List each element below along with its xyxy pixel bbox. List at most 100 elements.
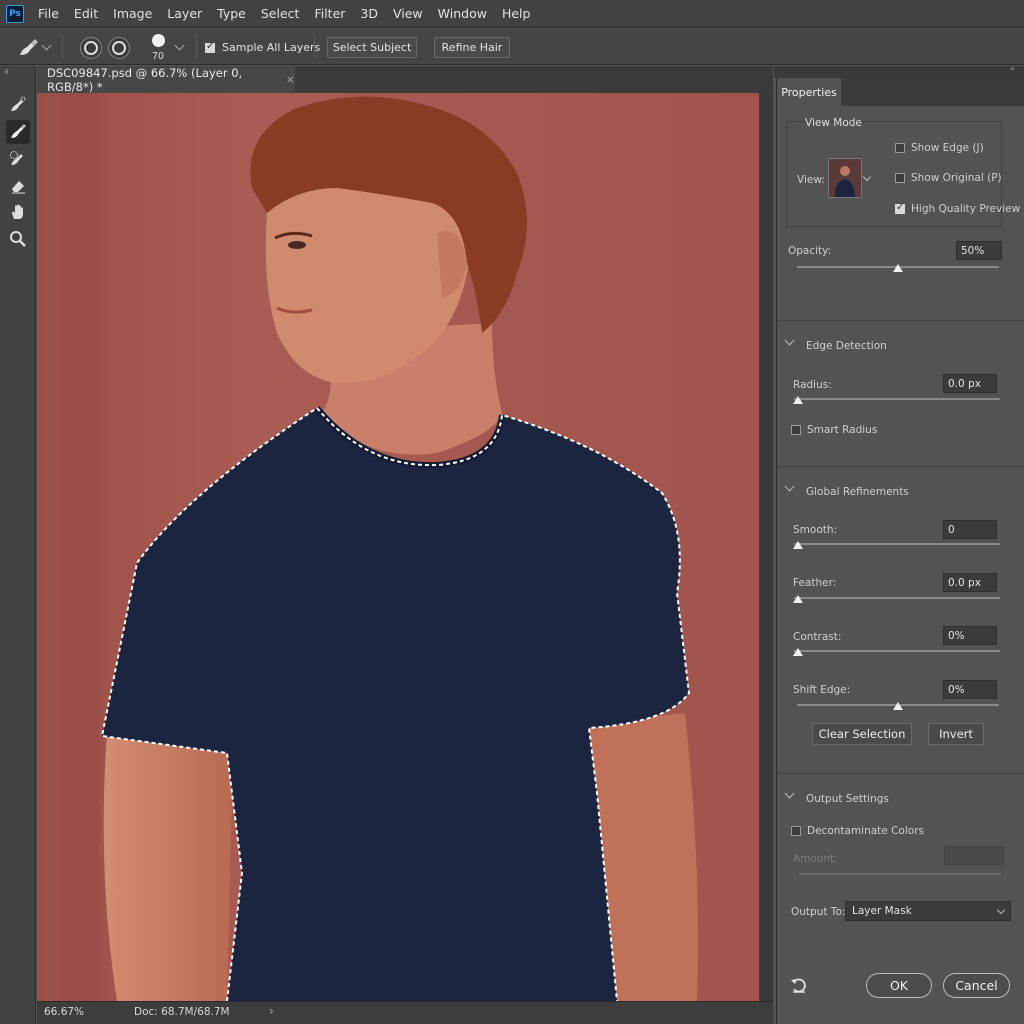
panel-dock-strip: »: [774, 64, 1024, 78]
menu-3d[interactable]: 3D: [360, 6, 378, 21]
radius-field[interactable]: 0.0 px: [943, 374, 997, 393]
select-subject-button[interactable]: Select Subject: [327, 37, 417, 58]
radius-slider-thumb[interactable]: [793, 396, 803, 404]
menu-select[interactable]: Select: [261, 6, 300, 21]
chevron-down-icon[interactable]: [784, 788, 795, 799]
divider: [62, 35, 63, 59]
invert-button[interactable]: Invert: [928, 723, 984, 745]
smooth-label: Smooth:: [793, 524, 838, 536]
output-settings-title[interactable]: Output Settings: [806, 793, 889, 805]
feather-slider[interactable]: [794, 597, 1000, 599]
show-edge-checkbox[interactable]: [895, 143, 905, 153]
properties-panel: Properties View Mode View: Show Edge (J)…: [776, 78, 1024, 1024]
show-original-option[interactable]: Show Original (P): [895, 172, 1002, 184]
menu-window[interactable]: Window: [438, 6, 487, 21]
contrast-slider[interactable]: [794, 650, 1000, 652]
smart-radius-option[interactable]: Smart Radius: [791, 424, 877, 436]
high-quality-preview-option[interactable]: High Quality Preview: [895, 202, 1021, 215]
tool-preset-picker[interactable]: [16, 37, 40, 59]
menu-filter[interactable]: Filter: [314, 6, 345, 21]
options-bar: 70 Sample All Layers Select Subject Refi…: [0, 29, 1024, 65]
sample-all-layers-option[interactable]: Sample All Layers: [205, 41, 320, 54]
document-canvas[interactable]: [37, 93, 759, 1001]
contrast-slider-thumb[interactable]: [793, 648, 803, 656]
canvas-area: [37, 93, 773, 1001]
divider: [777, 320, 1024, 321]
shift-edge-label: Shift Edge:: [793, 684, 851, 696]
add-to-selection-icon[interactable]: [80, 37, 102, 59]
chevron-down-icon[interactable]: [784, 481, 795, 492]
radius-slider[interactable]: [794, 398, 1000, 400]
smooth-slider[interactable]: [794, 543, 1000, 545]
opacity-field[interactable]: 50%: [956, 241, 1002, 260]
menu-view[interactable]: View: [393, 6, 423, 21]
chevron-down-icon[interactable]: [41, 40, 52, 51]
subtract-from-selection-icon[interactable]: [108, 37, 130, 59]
refine-edge-brush-tool-icon[interactable]: [6, 120, 30, 144]
collapse-icon[interactable]: »: [4, 66, 9, 75]
menu-help[interactable]: Help: [502, 6, 531, 21]
menu-file[interactable]: File: [38, 6, 59, 21]
menu-bar: Ps File Edit Image Layer Type Select Fil…: [0, 0, 1024, 28]
decontaminate-colors-checkbox[interactable]: [791, 826, 801, 836]
photo-man-in-navy-tshirt: [37, 93, 759, 1001]
smooth-field[interactable]: 0: [943, 520, 997, 539]
feather-label: Feather:: [793, 577, 837, 589]
reset-icon[interactable]: [790, 976, 808, 994]
view-mode-thumbnail[interactable]: [828, 158, 862, 198]
amount-slider-disabled: [799, 873, 1001, 875]
quick-selection-tool-icon[interactable]: [6, 93, 30, 117]
tab-properties[interactable]: Properties: [777, 78, 841, 106]
zoom-tool-icon[interactable]: [6, 227, 30, 251]
brush-tool-icon[interactable]: [6, 147, 30, 171]
vertical-scrollbar[interactable]: [759, 93, 773, 1001]
opacity-slider-thumb[interactable]: [893, 264, 903, 272]
collapse-panel-icon[interactable]: »: [1010, 64, 1015, 73]
cancel-button[interactable]: Cancel: [943, 973, 1010, 998]
brush-size-value: 70: [152, 51, 165, 62]
feather-field[interactable]: 0.0 px: [943, 573, 997, 592]
close-icon[interactable]: ×: [286, 73, 295, 86]
person-thumbnail-icon: [829, 159, 861, 197]
high-quality-preview-checkbox[interactable]: [895, 202, 905, 214]
ok-button[interactable]: OK: [866, 973, 932, 998]
contrast-field[interactable]: 0%: [943, 626, 997, 645]
zoom-level[interactable]: 66.67%: [44, 1006, 84, 1018]
chevron-down-icon[interactable]: [174, 40, 185, 51]
refine-hair-button[interactable]: Refine Hair: [434, 37, 510, 58]
sample-all-layers-checkbox[interactable]: [205, 41, 215, 53]
menu-edit[interactable]: Edit: [74, 6, 98, 21]
document-tab[interactable]: DSC09847.psd @ 66.7% (Layer 0, RGB/8*) *…: [37, 66, 295, 94]
show-edge-option[interactable]: Show Edge (J): [895, 142, 984, 154]
brush-tip-icon[interactable]: [152, 34, 165, 47]
feather-slider-thumb[interactable]: [793, 595, 803, 603]
divider: [777, 773, 1024, 774]
chevron-down-icon[interactable]: [784, 335, 795, 346]
photoshop-logo-icon[interactable]: Ps: [6, 4, 24, 23]
view-mode-title: View Mode: [805, 117, 862, 129]
decontaminate-colors-option[interactable]: Decontaminate Colors: [791, 825, 924, 837]
eraser-tool-icon[interactable]: [6, 174, 30, 198]
menu-layer[interactable]: Layer: [167, 6, 202, 21]
output-to-select[interactable]: Layer Mask: [845, 901, 1011, 921]
divider: [314, 35, 315, 59]
divider: [196, 35, 197, 59]
status-bar: 66.67% Doc: 68.7M/68.7M ›: [37, 1001, 773, 1024]
menu-type[interactable]: Type: [217, 6, 246, 21]
hand-tool-icon[interactable]: [6, 200, 30, 224]
shift-edge-slider-thumb[interactable]: [893, 702, 903, 710]
show-original-checkbox[interactable]: [895, 173, 905, 183]
decontaminate-colors-label: Decontaminate Colors: [807, 825, 924, 837]
shift-edge-field[interactable]: 0%: [943, 680, 997, 699]
menu-image[interactable]: Image: [113, 6, 152, 21]
high-quality-preview-label: High Quality Preview: [911, 203, 1021, 215]
status-menu-arrow[interactable]: ›: [269, 1004, 274, 1018]
chevron-down-icon: [996, 905, 1006, 915]
document-size: Doc: 68.7M/68.7M: [134, 1006, 230, 1018]
smooth-slider-thumb[interactable]: [793, 541, 803, 549]
edge-detection-title[interactable]: Edge Detection: [806, 340, 887, 352]
panel-tab-bar: Properties: [777, 78, 1024, 106]
smart-radius-checkbox[interactable]: [791, 425, 801, 435]
clear-selection-button[interactable]: Clear Selection: [812, 723, 912, 745]
global-refinements-title[interactable]: Global Refinements: [806, 486, 909, 498]
